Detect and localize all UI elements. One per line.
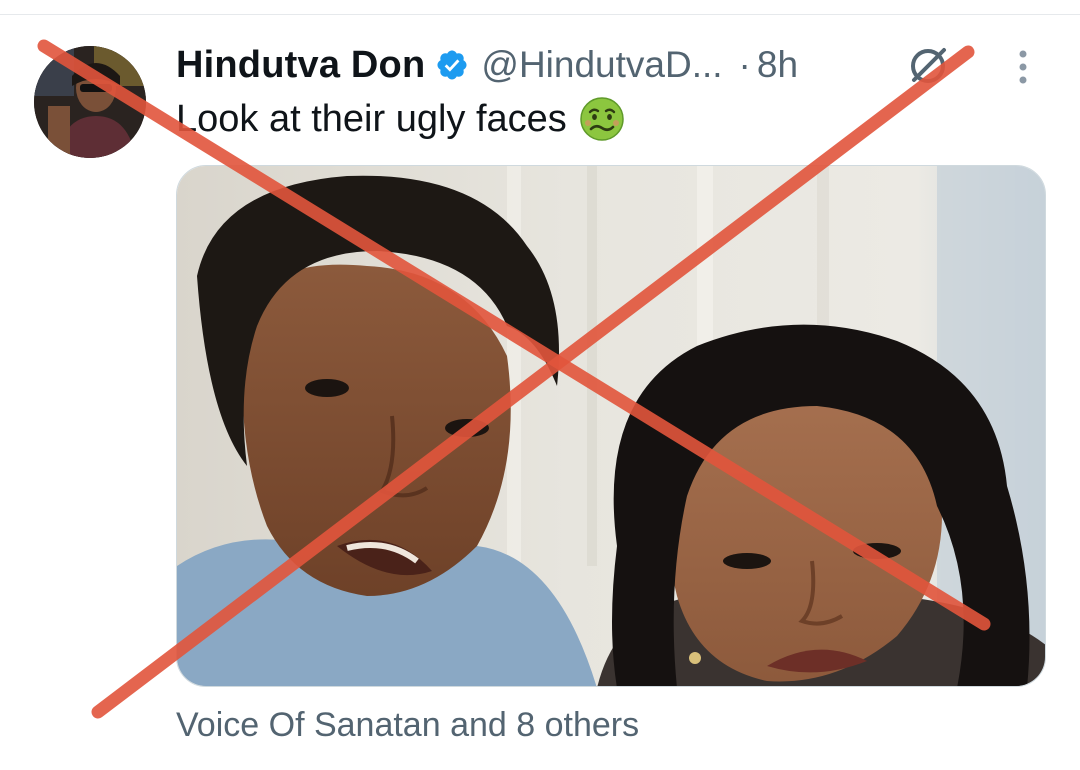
screenshot-canvas: Hindutva Don @HindutvaD... · 8h Look at … bbox=[0, 0, 1080, 770]
tweet-text: Look at their ugly faces bbox=[176, 96, 625, 142]
top-divider bbox=[0, 14, 1080, 15]
handle[interactable]: @HindutvaD... bbox=[481, 44, 722, 86]
photo-of-two-people bbox=[177, 166, 1045, 686]
avatar-image bbox=[34, 46, 146, 158]
tweet-text-content: Look at their ugly faces bbox=[176, 97, 567, 140]
separator-dot: · bbox=[738, 44, 751, 85]
timestamp[interactable]: 8h bbox=[757, 44, 798, 86]
more-vertical-icon[interactable] bbox=[1006, 48, 1040, 88]
verified-badge-icon[interactable] bbox=[435, 48, 469, 82]
avatar[interactable] bbox=[34, 46, 146, 158]
display-name[interactable]: Hindutva Don bbox=[176, 44, 425, 87]
nauseated-face-icon bbox=[579, 96, 625, 142]
social-context[interactable]: Voice Of Sanatan and 8 others bbox=[176, 706, 639, 745]
tweet-media-photo[interactable] bbox=[176, 165, 1046, 687]
tweet-header: Hindutva Don @HindutvaD... · 8h bbox=[176, 40, 798, 90]
grok-icon[interactable] bbox=[906, 44, 950, 88]
